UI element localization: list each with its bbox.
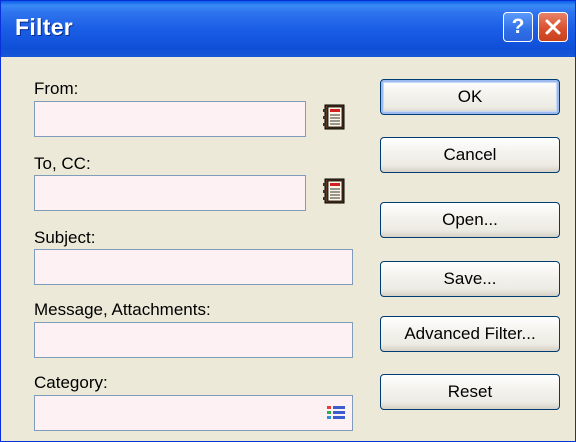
from-label: From: xyxy=(34,79,79,98)
subject-label: Subject: xyxy=(34,228,96,247)
subject-field[interactable] xyxy=(34,249,353,285)
dialog-title: Filter xyxy=(15,14,74,40)
title-bar[interactable]: Filter ? xyxy=(1,1,575,57)
from-field[interactable] xyxy=(34,101,306,137)
filter-dialog: Filter ? From: To, CC: Subject: Message,… xyxy=(0,0,576,442)
category-label: Category: xyxy=(34,373,108,392)
close-icon xyxy=(545,19,561,35)
ok-button[interactable]: OK xyxy=(380,79,560,115)
open-button[interactable]: Open... xyxy=(380,202,560,238)
save-button[interactable]: Save... xyxy=(380,261,560,297)
close-button[interactable] xyxy=(538,12,568,42)
help-button[interactable]: ? xyxy=(503,12,533,42)
help-icon: ? xyxy=(511,15,525,38)
category-list-icon[interactable] xyxy=(327,405,345,421)
cancel-button[interactable]: Cancel xyxy=(380,137,560,173)
message-attachments-label: Message, Attachments: xyxy=(34,300,211,319)
reset-button[interactable]: Reset xyxy=(380,374,560,410)
address-book-icon[interactable] xyxy=(322,177,348,205)
message-attachments-field[interactable] xyxy=(34,322,353,358)
address-book-icon[interactable] xyxy=(322,103,348,131)
advanced-filter-button[interactable]: Advanced Filter... xyxy=(380,316,560,352)
category-field[interactable] xyxy=(34,395,353,431)
to-cc-field[interactable] xyxy=(34,175,306,211)
dialog-body: From: To, CC: Subject: Message, Attachme… xyxy=(1,57,575,441)
to-cc-label: To, CC: xyxy=(34,154,91,173)
